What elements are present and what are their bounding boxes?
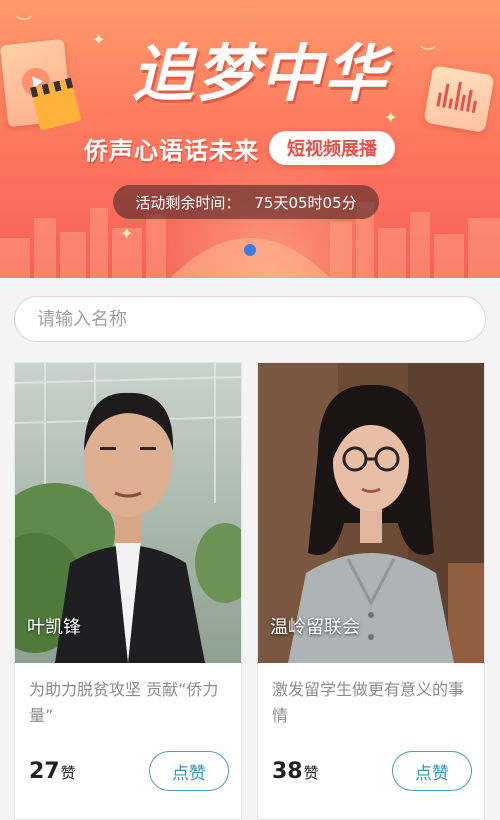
clapperboard-icon xyxy=(32,87,82,131)
video-card[interactable]: 温岭留联会 激发留学生做更有意义的事情 38 赞 点赞 xyxy=(257,362,485,820)
video-card[interactable]: 叶凯锋 为助力脱贫攻坚 贡献“侨力量” 27 赞 点赞 xyxy=(14,362,242,820)
countdown-value: 75天05时05分 xyxy=(254,193,357,212)
search-input[interactable] xyxy=(37,308,485,330)
carousel-indicator-dot[interactable] xyxy=(244,244,256,256)
countdown-timer: 活动剩余时间： 75天05时05分 xyxy=(113,185,379,219)
like-count-number: 38 xyxy=(272,759,303,784)
campaign-title-art: 追梦中华 xyxy=(131,37,388,110)
campaign-subtitle: 侨声心语话未来 xyxy=(84,136,259,165)
card-person-name: 叶凯锋 xyxy=(27,617,81,638)
sparkle-icon: ✦ xyxy=(120,224,134,243)
like-count-unit: 赞 xyxy=(303,764,319,782)
like-button[interactable]: 点赞 xyxy=(149,751,229,791)
like-button[interactable]: 点赞 xyxy=(392,751,472,791)
campaign-tag-pill: 短视频展播 xyxy=(269,131,395,165)
like-count: 27 赞 xyxy=(29,759,76,784)
card-description: 为助力脱贫攻坚 贡献“侨力量” xyxy=(29,680,219,725)
video-thumbnail[interactable]: 温岭留联会 xyxy=(258,363,484,663)
search-bar[interactable] xyxy=(14,296,486,342)
card-person-name: 温岭留联会 xyxy=(270,617,360,638)
banner-carousel[interactable]: ︶ ︶ ✦ ✦ ✦ 追梦中华 侨声心语话未来 短视频展播 活动剩余时间： 75天… xyxy=(0,0,500,278)
card-description: 激发留学生做更有意义的事情 xyxy=(272,680,465,725)
subtitle-row: 侨声心语话未来 短视频展播 xyxy=(84,128,395,168)
like-count-number: 27 xyxy=(29,759,60,784)
like-count: 38 赞 xyxy=(272,759,319,784)
like-count-unit: 赞 xyxy=(60,764,76,782)
bird-icon: ︶ xyxy=(420,44,437,63)
video-thumbnail[interactable]: 叶凯锋 xyxy=(15,363,241,663)
countdown-label: 活动剩余时间： xyxy=(135,193,241,212)
bird-icon: ︶ xyxy=(16,14,33,33)
sparkle-icon: ✦ xyxy=(92,30,106,49)
audio-wave-icon xyxy=(423,65,495,133)
